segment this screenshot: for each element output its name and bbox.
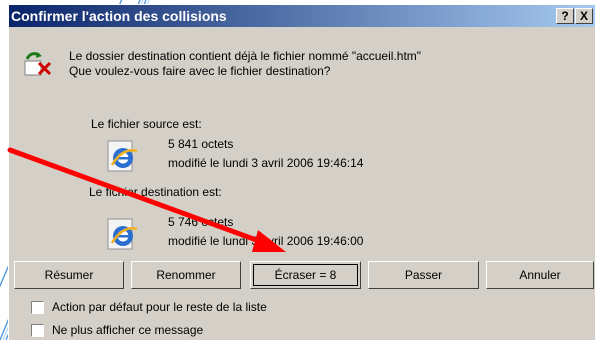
destination-info: 5 746 octets modifié le lundi 3 avril 20… <box>168 213 363 251</box>
title-bar[interactable]: Confirmer l'action des collisions ? X <box>9 5 595 27</box>
help-button[interactable]: ? <box>556 8 574 24</box>
destination-size: 5 746 octets <box>168 215 234 229</box>
no-show-label: Ne plus afficher ce message <box>52 323 204 337</box>
overwrite-button[interactable]: Écraser = 8 <box>250 261 361 289</box>
no-show-checkbox[interactable] <box>31 323 44 337</box>
message-line-2: Que voulez-vous faire avec le fichier de… <box>69 64 331 78</box>
source-file-icon <box>107 140 138 172</box>
rename-button[interactable]: Renommer <box>131 261 241 289</box>
message-line-1: Le dossier destination contient déjà le … <box>69 49 422 63</box>
source-modified: modifié le lundi 3 avril 2006 19:46:14 <box>168 156 364 170</box>
skip-button[interactable]: Passer <box>368 261 479 289</box>
default-action-checkbox[interactable] <box>31 300 44 314</box>
resume-button[interactable]: Résumer <box>14 261 124 289</box>
destination-modified: modifié le lundi 3 avril 2006 19:46:00 <box>168 234 364 248</box>
destination-file-icon <box>107 218 138 250</box>
destination-label: Le fichier destination est: <box>89 185 222 199</box>
copy-conflict-icon <box>24 52 52 76</box>
dialog-title: Confirmer l'action des collisions <box>11 8 227 24</box>
no-show-option[interactable]: Ne plus afficher ce message <box>31 323 203 337</box>
source-info: 5 841 octets modifié le lundi 3 avril 20… <box>168 135 363 173</box>
message-text: Le dossier destination contient déjà le … <box>69 49 421 79</box>
default-action-label: Action par défaut pour le reste de la li… <box>52 300 267 314</box>
close-button[interactable]: X <box>575 8 593 24</box>
cancel-button[interactable]: Annuler <box>486 261 594 289</box>
source-label: Le fichier source est: <box>91 117 202 131</box>
source-size: 5 841 octets <box>168 137 234 151</box>
collision-dialog: Confirmer l'action des collisions ? X Le… <box>8 4 595 340</box>
default-action-option[interactable]: Action par défaut pour le reste de la li… <box>31 300 267 314</box>
